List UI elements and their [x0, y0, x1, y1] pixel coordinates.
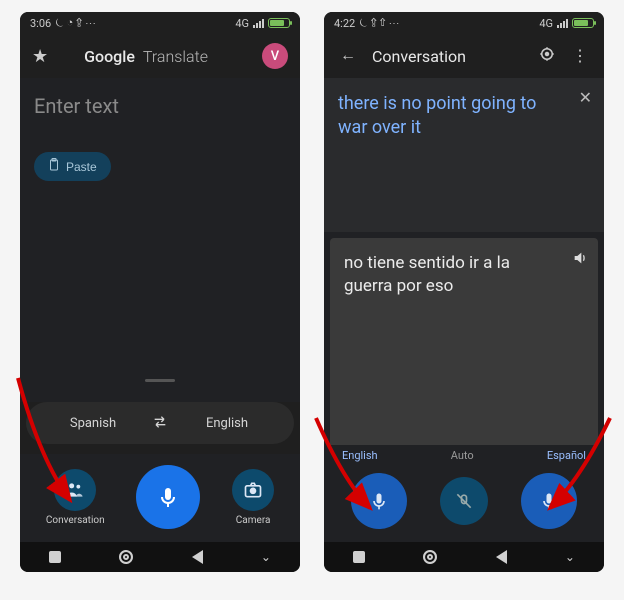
status-net: 4G [539, 17, 553, 30]
camera-action[interactable]: Camera [232, 469, 274, 526]
close-icon[interactable]: ✕ [579, 88, 592, 108]
target-language[interactable]: English [172, 416, 282, 431]
header-title: Conversation [372, 47, 526, 66]
conv-lang-auto[interactable]: Auto [451, 449, 474, 462]
clipboard-icon [48, 158, 60, 175]
drag-handle[interactable] [145, 379, 175, 382]
overflow-menu-button[interactable]: ⋮ [568, 42, 592, 70]
language-row: Spanish English [26, 402, 294, 444]
auto-mic-button[interactable] [440, 477, 488, 525]
home-button[interactable] [119, 550, 133, 564]
action-row: Conversation Camera [20, 454, 300, 542]
translate-body: Enter text Paste [20, 78, 300, 402]
conv-lang-right[interactable]: Español [547, 449, 586, 462]
phone-translate-home: 3:06 ⏾ ◔ ⇪ ⋯ 4G ★ Google Translate V Ent… [20, 12, 300, 572]
conversation-icon [54, 469, 96, 511]
paste-button[interactable]: Paste [34, 152, 111, 181]
conversation-languages: English Auto Español [324, 445, 604, 462]
status-time: 4:22 [334, 17, 355, 30]
app-title: Google Translate [38, 47, 254, 66]
brand-text: Google [84, 47, 135, 66]
battery-icon [572, 18, 594, 28]
battery-icon [268, 18, 290, 28]
phone-conversation: 4:22 ⏾ ⇪ ⇧ ⋯ 4G ← Conversation ⋮ ✕ there… [324, 12, 604, 572]
status-bar: 4:22 ⏾ ⇪ ⇧ ⋯ 4G [324, 12, 604, 34]
status-indicators: ⏾ ⇪ ⇧ ⋯ [359, 16, 399, 30]
app-header: ★ Google Translate V [20, 34, 300, 78]
translation-text-box[interactable]: no tiene sentido ir a la guerra por eso [330, 238, 598, 445]
source-text-box[interactable]: ✕ there is no point going to war over it [324, 78, 604, 232]
status-indicators: ⏾ ◔ ⇪ ⋯ [55, 16, 96, 30]
avatar[interactable]: V [262, 43, 288, 69]
camera-icon [232, 469, 274, 511]
avatar-initial: V [271, 49, 279, 64]
speaker-icon[interactable] [572, 250, 588, 270]
system-nav: ⌄ [324, 542, 604, 572]
app-name-text: Translate [143, 47, 208, 66]
home-button[interactable] [423, 550, 437, 564]
face-to-face-button[interactable] [534, 41, 560, 72]
conversation-action[interactable]: Conversation [46, 469, 105, 526]
nav-extra[interactable]: ⌄ [261, 550, 271, 564]
app-header: ← Conversation ⋮ [324, 34, 604, 78]
signal-icon [253, 19, 264, 28]
mic-action[interactable] [136, 465, 200, 529]
paste-label: Paste [66, 160, 97, 174]
conv-lang-left[interactable]: English [342, 449, 378, 462]
translation-text: no tiene sentido ir a la guerra por eso [344, 252, 558, 298]
mic-left-button[interactable] [351, 473, 407, 529]
signal-icon [557, 19, 568, 28]
back-button[interactable] [496, 550, 507, 564]
system-nav: ⌄ [20, 542, 300, 572]
enter-text-placeholder[interactable]: Enter text [34, 94, 286, 118]
back-arrow-button[interactable]: ← [336, 43, 360, 69]
status-bar: 3:06 ⏾ ◔ ⇪ ⋯ 4G [20, 12, 300, 34]
conversation-label: Conversation [46, 515, 105, 526]
microphone-icon [136, 465, 200, 529]
status-time: 3:06 [30, 17, 51, 30]
recents-button[interactable] [353, 551, 365, 563]
camera-label: Camera [236, 515, 271, 526]
conversation-body: ✕ there is no point going to war over it… [324, 78, 604, 445]
source-language[interactable]: Spanish [38, 416, 148, 431]
source-text: there is no point going to war over it [338, 92, 564, 141]
back-button[interactable] [192, 550, 203, 564]
mic-right-button[interactable] [521, 473, 577, 529]
nav-extra[interactable]: ⌄ [565, 550, 575, 564]
recents-button[interactable] [49, 551, 61, 563]
swap-languages-button[interactable] [148, 411, 172, 435]
conversation-actions [324, 462, 604, 542]
status-net: 4G [235, 17, 249, 30]
